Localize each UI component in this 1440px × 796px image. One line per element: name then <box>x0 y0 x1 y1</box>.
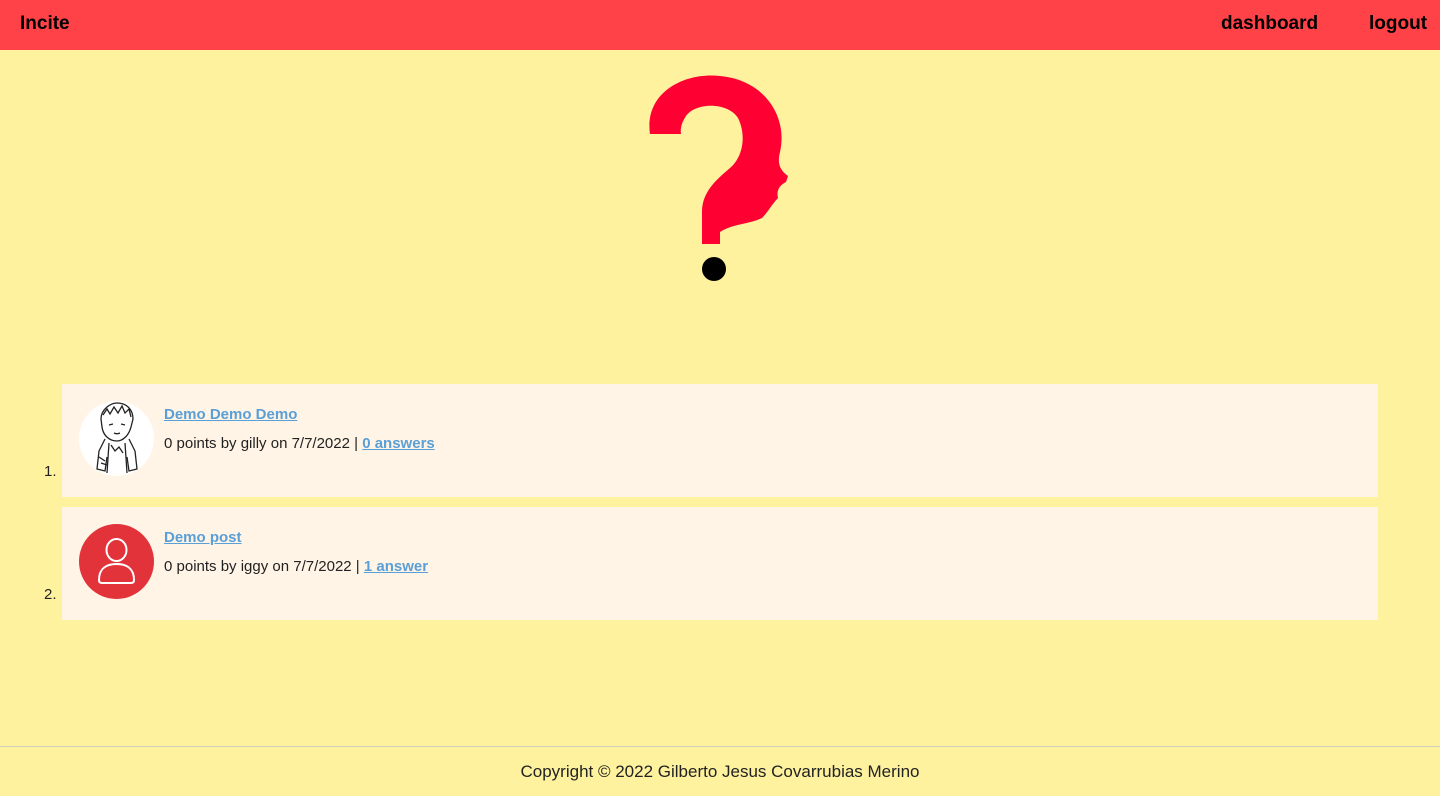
post-meta: 0 points by iggy on 7/7/2022 | 1 answer <box>164 558 428 575</box>
avatar <box>79 401 154 476</box>
answers-link[interactable]: 1 answer <box>364 558 428 575</box>
post-item: 1. Demo Demo Demo 0 points by gilly on 7… <box>44 384 1378 497</box>
post-title-link[interactable]: Demo Demo Demo <box>164 406 297 423</box>
sketch-avatar-icon <box>96 402 138 474</box>
answers-link[interactable]: 0 answers <box>362 435 435 452</box>
footer: Copyright © 2022 Gilberto Jesus Covarrub… <box>0 746 1440 796</box>
avatar <box>79 524 154 599</box>
post-title-link[interactable]: Demo post <box>164 529 242 546</box>
nav-dashboard-link[interactable]: dashboard <box>1221 13 1318 35</box>
navbar: Incite dashboard logout <box>0 0 1440 50</box>
post-number: 1. <box>44 463 57 480</box>
nav-logout-link[interactable]: logout <box>1369 13 1427 35</box>
post-meta-text: 0 points by iggy on 7/7/2022 | <box>164 558 364 575</box>
brand-link[interactable]: Incite <box>20 13 70 35</box>
question-mark-head-icon <box>649 75 788 281</box>
post-meta: 0 points by gilly on 7/7/2022 | 0 answer… <box>164 435 435 452</box>
post-meta-text: 0 points by gilly on 7/7/2022 | <box>164 435 363 452</box>
hero-logo <box>640 72 800 287</box>
post-item: 2. Demo post 0 points by iggy on 7/7/202… <box>44 507 1378 620</box>
default-user-icon <box>97 538 136 584</box>
copyright-text: Copyright © 2022 Gilberto Jesus Covarrub… <box>520 762 920 781</box>
post-number: 2. <box>44 586 57 603</box>
